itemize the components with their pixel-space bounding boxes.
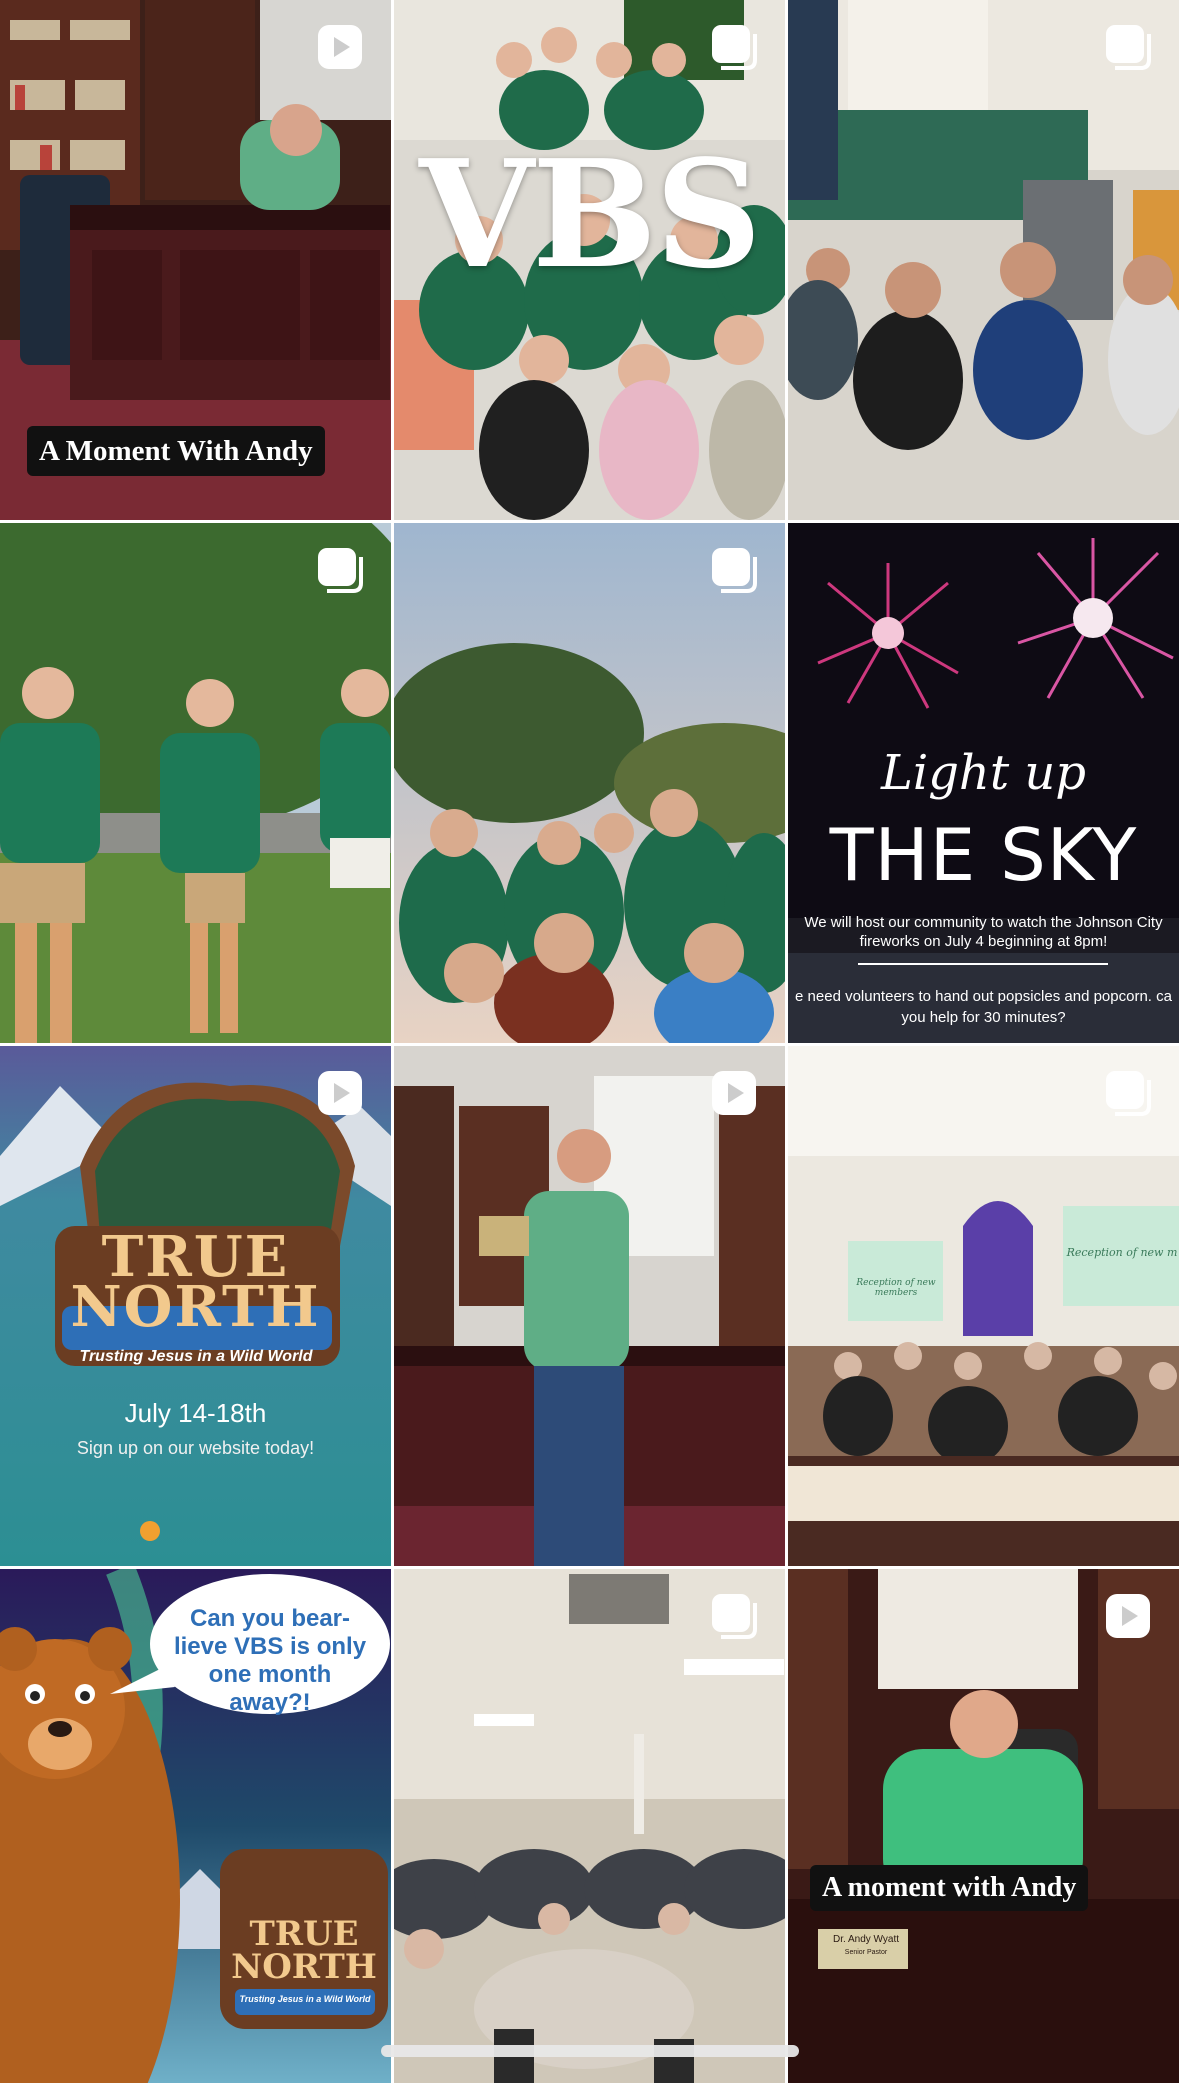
post-tile-fellowship-hall[interactable] [394, 1569, 785, 2083]
post-tile-true-north-vbs[interactable]: TRUE NORTH Trusting Jesus in a Wild Worl… [0, 1046, 391, 1566]
home-indicator[interactable] [381, 2045, 799, 2057]
brand-north: NORTH [231, 1947, 377, 1987]
brand-tagline: Trusting Jesus in a Wild World [239, 1994, 371, 2004]
post-tile-moment-with-andy[interactable]: A Moment With Andy [0, 0, 391, 520]
post-tile-vbs-group[interactable]: VBS [394, 0, 785, 520]
carousel-icon [712, 25, 757, 70]
banner-right-text: Reception of new m [1066, 1246, 1178, 1259]
pastor-desk-photo [788, 1569, 1179, 2083]
overlay-caption: A moment with Andy [810, 1865, 1089, 1911]
main-heading: THE SKY [829, 813, 1138, 897]
play-icon [1106, 1594, 1150, 1638]
post-tile-kids-hands-up[interactable] [788, 0, 1179, 520]
carousel-icon [712, 548, 757, 593]
office-reading-photo [394, 1046, 785, 1566]
carousel-icon [1106, 1071, 1151, 1116]
post-tile-evening-group[interactable] [394, 523, 785, 1043]
play-icon [318, 1071, 362, 1115]
overlay-caption: A Moment With Andy [27, 426, 325, 476]
event-description: We will host our community to watch the … [804, 914, 1163, 950]
volunteer-text: e need volunteers to hand out popsicles … [795, 988, 1172, 1005]
event-dates: July 14-18th [124, 1398, 267, 1428]
post-tile-reception-new-members[interactable]: Reception of new members Reception of ne… [788, 1046, 1179, 1566]
profile-post-grid: A Moment With Andy VBS Light up THE SKY … [0, 0, 1179, 2083]
evening-group-photo [394, 523, 785, 1043]
volunteer-text-2: you help for 30 minutes? [901, 1009, 1066, 1026]
nameplate: Dr. Andy Wyatt [832, 1934, 900, 1945]
sanctuary-photo [788, 1046, 1179, 1566]
signup-cta: Sign up on our website today! [76, 1438, 315, 1458]
script-heading: Light up [880, 745, 1087, 801]
post-tile-pastor-reading[interactable] [394, 1046, 785, 1566]
post-tile-moment-with-andy-2[interactable]: A moment with Andy Dr. Andy Wyatt Senior… [788, 1569, 1179, 2083]
speech-bubble-text: Can you bear-lieve VBS is only one month… [173, 1605, 367, 1716]
carousel-icon [1106, 25, 1151, 70]
banner-left-text: Reception of new members [856, 1278, 936, 1298]
kids-classroom-photo [788, 0, 1179, 520]
post-tile-bear-countdown[interactable]: Can you bear-lieve VBS is only one month… [0, 1569, 391, 2083]
vbs-title-overlay: VBS [419, 127, 762, 301]
carousel-icon [318, 548, 363, 593]
fellowship-hall-photo [394, 1569, 785, 2083]
brand-north: NORTH [70, 1274, 321, 1340]
divider-ornament [858, 963, 1108, 965]
play-icon [318, 25, 362, 69]
post-tile-light-up-the-sky[interactable]: Light up THE SKY We will host our commun… [788, 523, 1179, 1043]
outdoor-leaders-photo [0, 523, 391, 1043]
nameplate-subtitle: Senior Pastor [844, 1949, 888, 1956]
post-tile-leaders-outdoors[interactable] [0, 523, 391, 1043]
carousel-icon [712, 1594, 757, 1639]
play-icon [712, 1071, 756, 1115]
brand-tagline: Trusting Jesus in a Wild World [79, 1348, 313, 1365]
